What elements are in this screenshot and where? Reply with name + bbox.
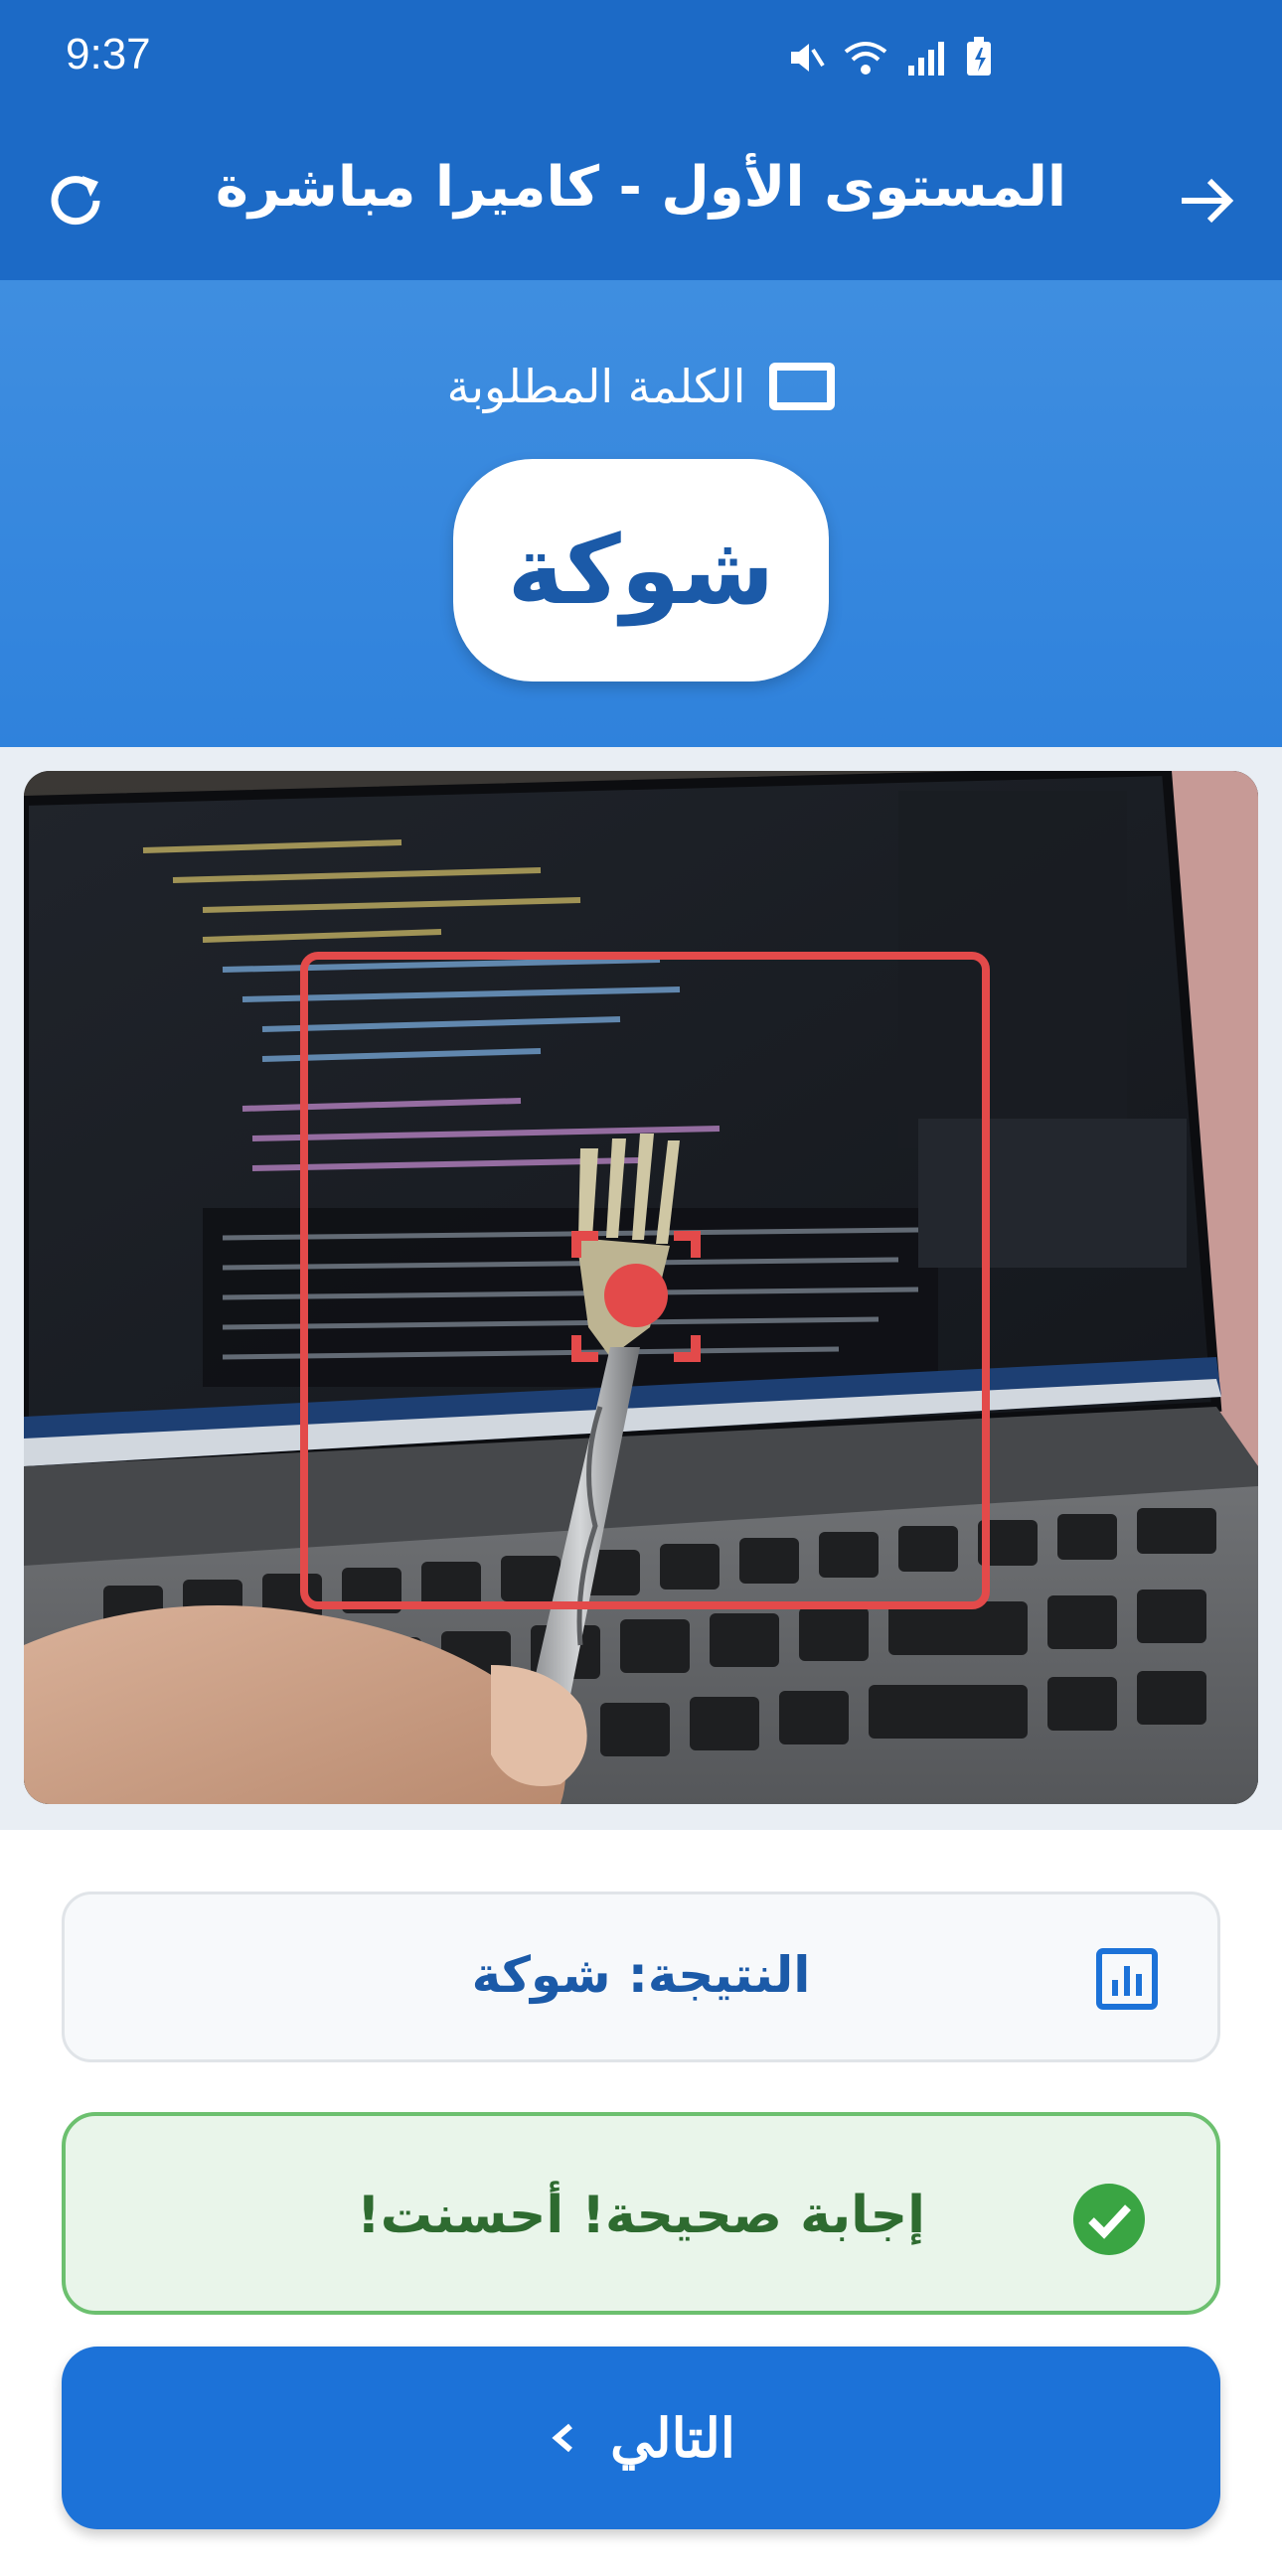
target-word: شوكة (507, 515, 775, 626)
status-icons (785, 36, 994, 77)
target-label: الكلمة المطلوبة (446, 360, 746, 413)
frame-icon (769, 363, 836, 410)
result-text: النتيجة: شوكة (471, 1946, 811, 2004)
page-title: المستوى الأول - كاميرا مباشرة (215, 155, 1067, 220)
result-card: النتيجة: شوكة (62, 1892, 1220, 2062)
mute-icon (791, 44, 825, 72)
wifi-icon (844, 42, 887, 75)
target-word-section: الكلمة المطلوبة شوكة (0, 280, 1282, 747)
back-button[interactable] (1167, 161, 1246, 240)
target-word-card: شوكة (453, 459, 829, 682)
camera-preview[interactable] (24, 771, 1258, 1804)
battery-icon (967, 37, 991, 76)
signal-icon (908, 42, 944, 76)
camera-area (0, 747, 1282, 1830)
app-bar: المستوى الأول - كاميرا مباشرة (0, 125, 1282, 280)
chevron-left-icon (552, 2423, 573, 2453)
status-bar: 9:37 (0, 0, 1282, 125)
target-dot (604, 1264, 668, 1327)
feedback-card: إجابة صحيحة! أحسنت! (62, 2112, 1220, 2315)
feedback-text: إجابة صحيحة! أحسنت! (357, 2186, 925, 2245)
refresh-button[interactable] (36, 161, 115, 240)
refresh-icon (51, 176, 100, 226)
status-time: 9:37 (66, 30, 151, 78)
next-button-label: التالي (610, 2408, 735, 2469)
next-button[interactable]: التالي (62, 2347, 1220, 2529)
arrow-right-icon (1182, 178, 1234, 224)
camera-scene (24, 771, 1258, 1804)
target-label-row: الكلمة المطلوبة (0, 360, 1282, 413)
